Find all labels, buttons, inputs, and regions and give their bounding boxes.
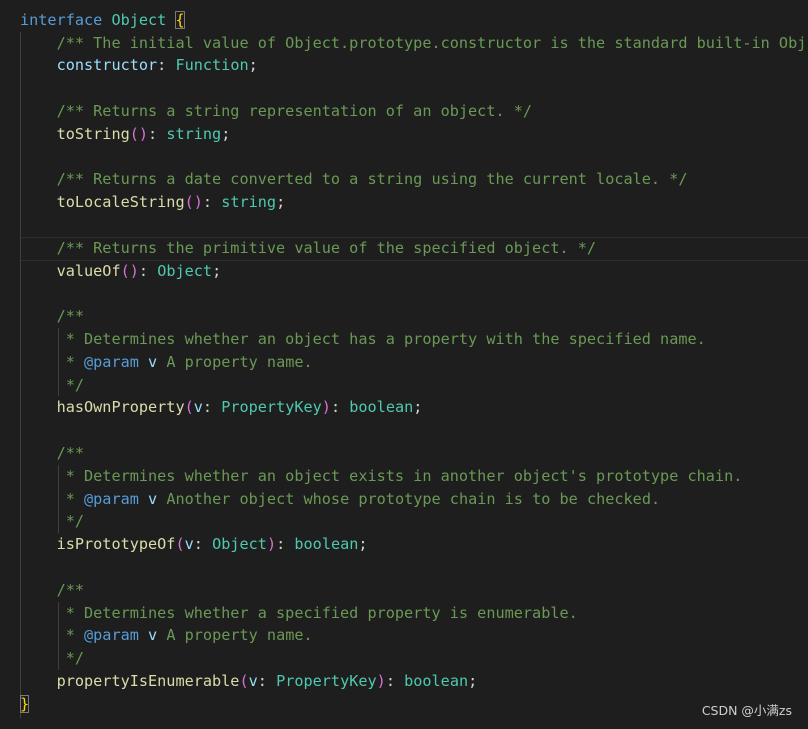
- code-line: */: [56, 376, 85, 394]
- code-line: /** Returns a date converted to a string…: [56, 170, 688, 188]
- watermark: CSDN @小满zs: [701, 703, 792, 718]
- code-line: toString(): string;: [56, 125, 231, 143]
- code-line: constructor: Function;: [56, 56, 258, 74]
- code-line: /**: [56, 444, 85, 462]
- code-line: */: [56, 512, 85, 530]
- code-line: /** Returns the primitive value of the s…: [56, 239, 597, 257]
- code-line: propertyIsEnumerable(v: PropertyKey): bo…: [56, 672, 478, 690]
- code-line: /**: [56, 581, 85, 599]
- code-line: * @param v A property name.: [56, 626, 313, 644]
- code-editor[interactable]: interface Object { /** The initial value…: [0, 0, 808, 729]
- code-line: * @param v A property name.: [56, 353, 313, 371]
- code-line: * @param v Another object whose prototyp…: [56, 490, 661, 508]
- code-line: * Determines whether a specified propert…: [56, 604, 578, 622]
- code-line: * Determines whether an object exists in…: [56, 467, 743, 485]
- open-brace: {: [175, 11, 185, 29]
- code-line: valueOf(): Object;: [56, 262, 222, 280]
- code-line: isPrototypeOf(v: Object): boolean;: [56, 535, 368, 553]
- code-line: /** The initial value of Object.prototyp…: [56, 34, 807, 52]
- code-line: /**: [56, 307, 85, 325]
- code-line: */: [56, 649, 85, 667]
- code-line: * Determines whether an object has a pro…: [56, 330, 706, 348]
- code-line: hasOwnProperty(v: PropertyKey): boolean;: [56, 398, 423, 416]
- code-line: interface Object {: [20, 11, 185, 29]
- code-line: }: [20, 693, 30, 716]
- code-line: toLocaleString(): string;: [56, 193, 286, 211]
- close-brace: }: [20, 695, 30, 713]
- code-line: /** Returns a string representation of a…: [56, 102, 533, 120]
